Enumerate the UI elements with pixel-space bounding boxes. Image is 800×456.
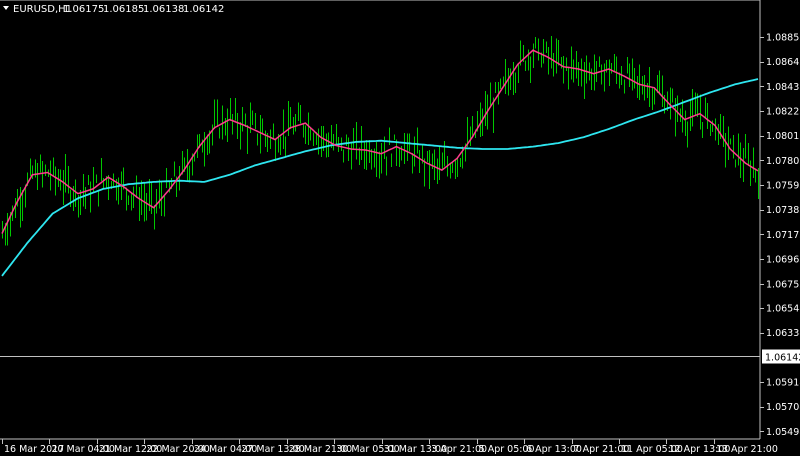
open-value: 1.06175 xyxy=(63,4,104,15)
price-chart[interactable]: 1.06142 1.08853 1.08643 1.08433 1.08223 1.08… xyxy=(0,0,800,456)
y-tick-label: 1.08013 xyxy=(766,131,800,142)
low-value: 1.06138 xyxy=(143,4,184,15)
y-tick-label: 1.07173 xyxy=(766,230,800,241)
y-tick-label: 1.05498 xyxy=(766,427,800,438)
y-tick-label: 1.06548 xyxy=(766,303,800,314)
y-tick-label: 1.08223 xyxy=(766,106,800,117)
high-value: 1.06185 xyxy=(103,4,144,15)
y-tick-label: 1.07803 xyxy=(766,156,800,167)
y-tick-label: 1.08433 xyxy=(766,82,800,93)
y-tick-label: 1.08853 xyxy=(766,32,800,43)
y-tick-label: 1.06753 xyxy=(766,279,800,290)
chart-header[interactable]: EURUSD,H1 1.06175 1.06185 1.06138 1.0614… xyxy=(3,4,224,15)
y-tick-label: 1.08643 xyxy=(766,57,800,68)
y-tick-label: 1.07593 xyxy=(766,181,800,192)
x-tick-label: 13 Apr 21:00 xyxy=(716,444,778,455)
y-tick-label: 1.06338 xyxy=(766,328,800,339)
y-tick-label: 1.07383 xyxy=(766,205,800,216)
y-tick-label: 1.05918 xyxy=(766,377,800,388)
y-tick-label: 1.05708 xyxy=(766,402,800,413)
chart-background xyxy=(0,0,800,456)
close-value: 1.06142 xyxy=(183,4,224,15)
price-tag-label: 1.06142 xyxy=(765,353,800,364)
y-tick-label: 1.06963 xyxy=(766,255,800,266)
